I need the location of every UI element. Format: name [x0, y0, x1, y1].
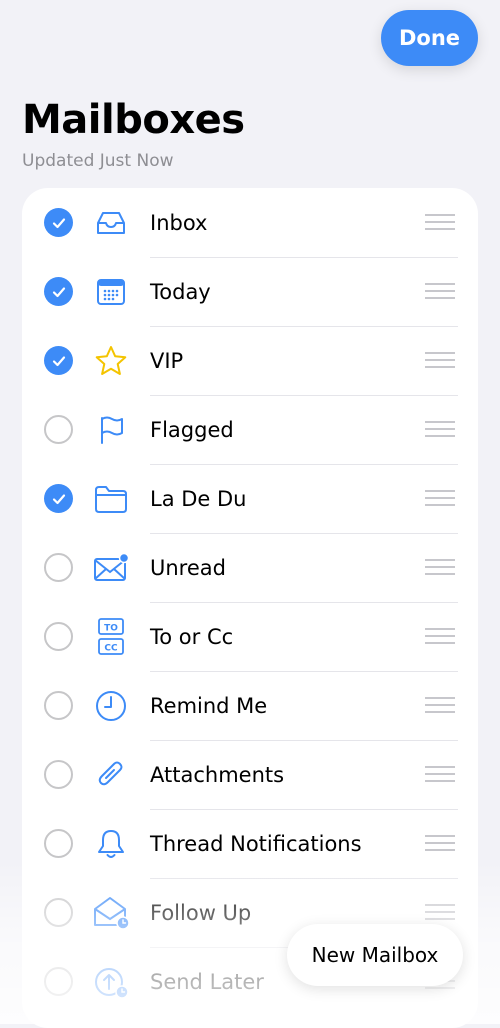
mailbox-label: To or Cc	[150, 624, 234, 649]
send-later-icon	[92, 963, 130, 1001]
reorder-handle[interactable]	[425, 490, 455, 507]
row-divider	[150, 602, 458, 603]
calendar-icon	[92, 273, 130, 311]
tray-icon	[92, 204, 130, 242]
flag-icon	[92, 411, 130, 449]
mailbox-label: Thread Notifications	[150, 831, 362, 856]
checkbox-send-later[interactable]	[44, 967, 73, 996]
reorder-handle[interactable]	[425, 904, 455, 921]
row-divider	[150, 257, 458, 258]
row-divider	[150, 464, 458, 465]
checkbox-unread[interactable]	[44, 553, 73, 582]
reorder-handle[interactable]	[425, 421, 455, 438]
checkbox-follow-up[interactable]	[44, 898, 73, 927]
checkbox-flagged[interactable]	[44, 415, 73, 444]
row-divider	[150, 809, 458, 810]
mailbox-label: Inbox	[150, 210, 208, 235]
checkmark-icon	[52, 355, 65, 366]
mailbox-label: Flagged	[150, 417, 234, 442]
page-title: Mailboxes	[22, 97, 245, 143]
mailbox-row-flagged[interactable]: Flagged	[22, 395, 478, 464]
checkbox-attachments[interactable]	[44, 760, 73, 789]
checkmark-icon	[52, 217, 65, 228]
reorder-handle[interactable]	[425, 283, 455, 300]
mailbox-row-inbox[interactable]: Inbox	[22, 188, 478, 257]
reorder-handle[interactable]	[425, 697, 455, 714]
row-divider	[150, 740, 458, 741]
svg-text:TO: TO	[104, 624, 118, 634]
updated-status: Updated Just Now	[22, 151, 174, 171]
checkbox-thread-notifications[interactable]	[44, 829, 73, 858]
clock-icon	[92, 687, 130, 725]
mailbox-label: Today	[150, 279, 211, 304]
svg-text:CC: CC	[104, 644, 118, 654]
row-divider	[150, 533, 458, 534]
checkbox-to-or-cc[interactable]	[44, 622, 73, 651]
checkmark-icon	[52, 286, 65, 297]
mailbox-label: La De Du	[150, 486, 247, 511]
row-divider	[150, 326, 458, 327]
follow-up-envelope-icon	[92, 894, 130, 932]
row-divider	[150, 395, 458, 396]
new-mailbox-button[interactable]: New Mailbox	[287, 924, 463, 986]
checkbox-remind-me[interactable]	[44, 691, 73, 720]
unread-envelope-icon	[92, 549, 130, 587]
mailbox-label: Send Later	[150, 969, 264, 994]
row-divider	[150, 671, 458, 672]
mailbox-row-vip[interactable]: VIP	[22, 326, 478, 395]
checkbox-today[interactable]	[44, 277, 73, 306]
mailbox-label: VIP	[150, 348, 184, 373]
mailbox-list: Inbox Today VIP Flagged La De Du Unread …	[22, 188, 478, 1028]
mailbox-row-attachments[interactable]: Attachments	[22, 740, 478, 809]
checkmark-icon	[52, 493, 65, 504]
reorder-handle[interactable]	[425, 559, 455, 576]
row-divider	[150, 878, 458, 879]
reorder-handle[interactable]	[425, 214, 455, 231]
mailbox-row-la-de-du[interactable]: La De Du	[22, 464, 478, 533]
folder-icon	[92, 480, 130, 518]
paperclip-icon	[92, 756, 130, 794]
mailbox-label: Follow Up	[150, 900, 252, 925]
mailbox-row-remind-me[interactable]: Remind Me	[22, 671, 478, 740]
reorder-handle[interactable]	[425, 835, 455, 852]
mailbox-label: Attachments	[150, 762, 285, 787]
reorder-handle[interactable]	[425, 628, 455, 645]
mailbox-row-unread[interactable]: Unread	[22, 533, 478, 602]
mailbox-row-today[interactable]: Today	[22, 257, 478, 326]
star-icon	[92, 342, 130, 380]
checkbox-vip[interactable]	[44, 346, 73, 375]
reorder-handle[interactable]	[425, 352, 455, 369]
reorder-handle[interactable]	[425, 766, 455, 783]
to-cc-icon: TO CC	[92, 618, 130, 656]
mailbox-label: Unread	[150, 555, 226, 580]
done-button[interactable]: Done	[381, 10, 478, 66]
bell-icon	[92, 825, 130, 863]
mailbox-label: Remind Me	[150, 693, 268, 718]
checkbox-la-de-du[interactable]	[44, 484, 73, 513]
mailbox-row-to-or-cc[interactable]: TO CC To or Cc	[22, 602, 478, 671]
mailbox-row-thread-notifications[interactable]: Thread Notifications	[22, 809, 478, 878]
checkbox-inbox[interactable]	[44, 208, 73, 237]
